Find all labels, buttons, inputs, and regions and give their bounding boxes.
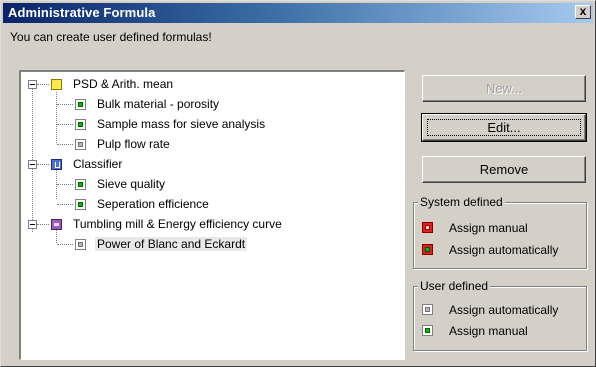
legend-label: Assign automatically — [449, 303, 559, 317]
gray-status-icon — [75, 139, 86, 150]
user-defined-group: User defined Assign automatically Assign… — [413, 279, 587, 351]
close-button[interactable]: x — [575, 5, 591, 19]
classifier-icon — [51, 159, 62, 170]
tree-item[interactable]: Seperation efficience — [97, 197, 209, 211]
green-status-icon — [75, 119, 86, 130]
tree-item[interactable]: Sample mass for sieve analysis — [97, 117, 265, 131]
collapse-toggle[interactable] — [28, 80, 37, 89]
collapse-toggle[interactable] — [28, 160, 37, 169]
system-defined-group: System defined Assign manual Assign auto… — [413, 195, 587, 269]
tree-item[interactable]: Sieve quality — [97, 177, 165, 191]
tree-connector — [32, 86, 33, 232]
tree-group-tumbling-mill[interactable]: Tumbling mill & Energy efficiency curve — [73, 217, 282, 231]
tree-connector — [37, 164, 49, 165]
dialog-description: You can create user defined formulas! — [10, 30, 212, 44]
administrative-formula-dialog: Administrative Formula x You can create … — [0, 0, 596, 367]
edit-button[interactable]: Edit... — [421, 113, 587, 142]
close-icon: x — [579, 4, 587, 18]
remove-button[interactable]: Remove — [422, 156, 586, 183]
tree-group-psd[interactable]: PSD & Arith. mean — [73, 77, 173, 91]
tree-connector — [57, 204, 73, 205]
tree-connector — [57, 244, 73, 245]
tree-item-selected[interactable]: Power of Blanc and Eckardt — [95, 237, 248, 251]
mill-icon — [51, 219, 62, 230]
gray-status-icon — [75, 239, 86, 250]
edit-button-label: Edit... — [487, 120, 521, 135]
new-button-label: New... — [485, 81, 523, 96]
system-defined-title: System defined — [418, 195, 505, 209]
tree-connector — [57, 144, 73, 145]
title-bar[interactable]: Administrative Formula x — [3, 3, 593, 23]
yellow-folder-icon — [51, 79, 62, 90]
red-indicator-icon — [422, 222, 433, 233]
formula-tree[interactable]: PSD & Arith. mean Bulk material - porosi… — [19, 70, 405, 360]
legend-label: Assign automatically — [449, 243, 559, 257]
green-indicator-icon — [422, 325, 433, 336]
gray-indicator-icon — [422, 304, 433, 315]
tree-connector — [57, 124, 73, 125]
tree-connector — [37, 224, 49, 225]
tree-item[interactable]: Pulp flow rate — [97, 137, 170, 151]
tree-connector — [57, 104, 73, 105]
remove-button-label: Remove — [479, 162, 529, 177]
tree-connector — [37, 84, 49, 85]
legend-label: Assign manual — [449, 324, 528, 338]
collapse-toggle[interactable] — [28, 220, 37, 229]
tree-connector — [56, 92, 57, 143]
green-status-icon — [75, 199, 86, 210]
tree-connector — [57, 184, 73, 185]
tree-connector — [56, 228, 57, 243]
red-green-indicator-icon — [422, 244, 433, 255]
new-button[interactable]: New... — [422, 75, 586, 102]
user-defined-title: User defined — [418, 279, 491, 293]
window-title: Administrative Formula — [8, 5, 156, 20]
tree-item[interactable]: Bulk material - porosity — [97, 97, 219, 111]
green-status-icon — [75, 179, 86, 190]
legend-label: Assign manual — [449, 221, 528, 235]
tree-group-classifier[interactable]: Classifier — [73, 157, 122, 171]
green-status-icon — [75, 99, 86, 110]
